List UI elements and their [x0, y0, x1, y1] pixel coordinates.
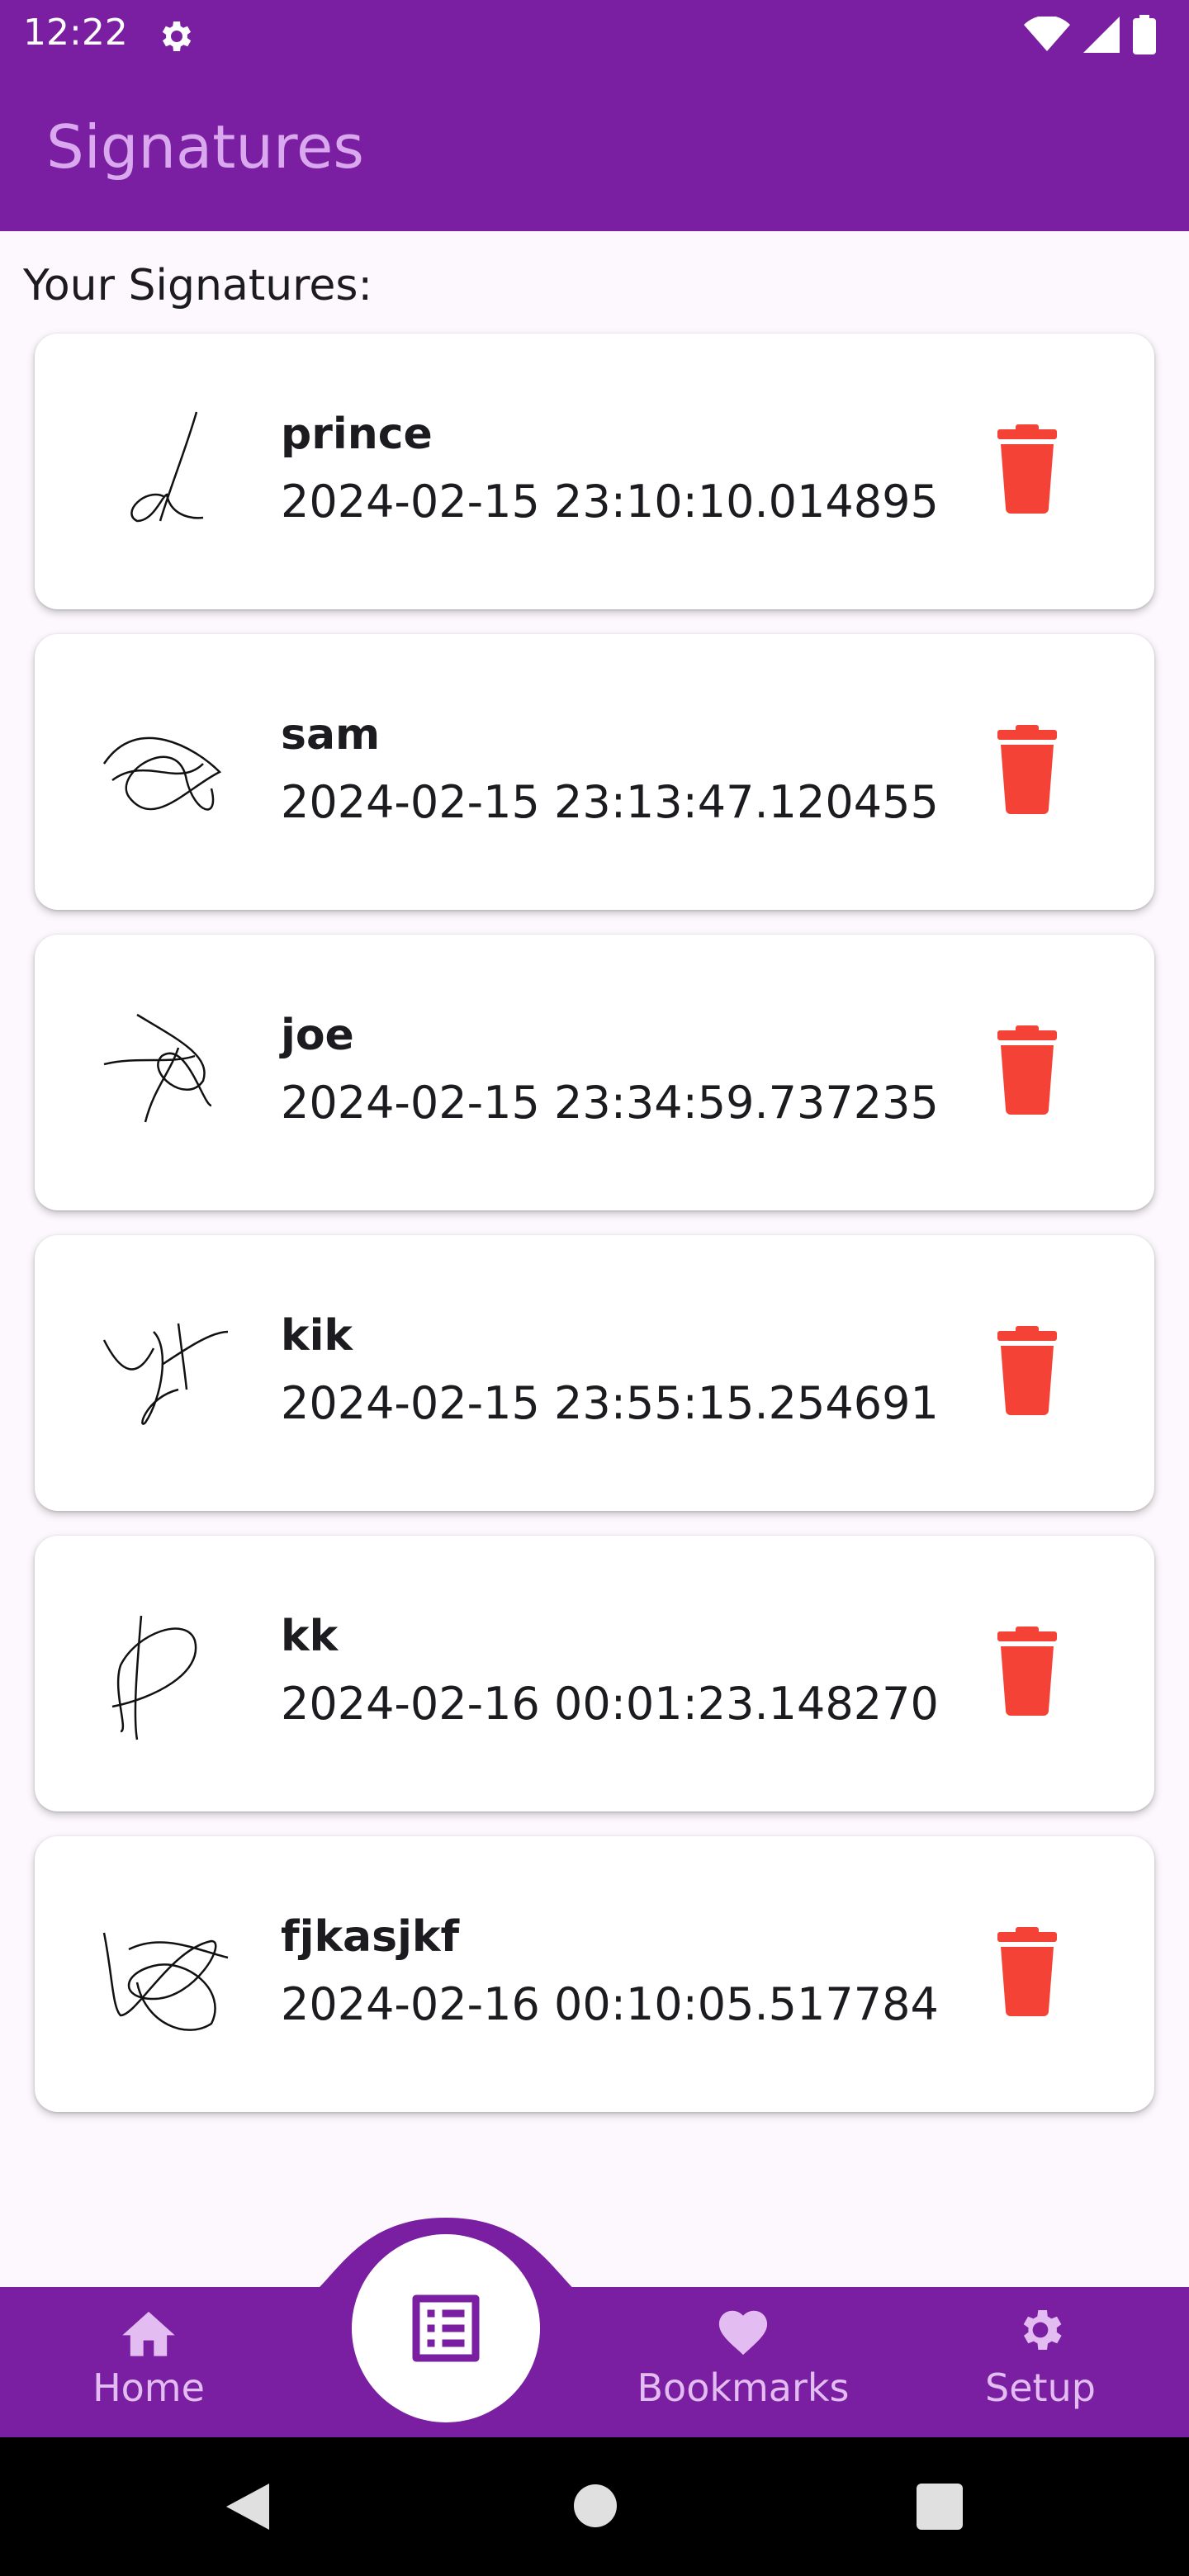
wifi-icon: [1024, 17, 1070, 51]
signature-date: 2024-02-15 23:34:59.737235: [281, 1077, 939, 1129]
back-icon[interactable]: [223, 2480, 272, 2533]
delete-button[interactable]: [976, 1920, 1078, 2023]
signature-date: 2024-02-15 23:55:15.254691: [281, 1377, 939, 1429]
system-icons: [1024, 15, 1156, 54]
signature-image: [111, 1615, 197, 1740]
signature-card[interactable]: joe 2024-02-15 23:34:59.737235: [35, 935, 1154, 1210]
status-bar: 12:22: [0, 0, 1189, 69]
signature-date: 2024-02-16 00:01:23.148270: [281, 1678, 939, 1730]
signature-card[interactable]: kk 2024-02-16 00:01:23.148270: [35, 1536, 1154, 1811]
trash-icon: [997, 1326, 1057, 1415]
signature-date: 2024-02-15 23:10:10.014895: [281, 476, 939, 528]
signature-image: [102, 1932, 229, 2031]
nav-bookmarks-label: Bookmarks: [637, 2365, 850, 2410]
home-circle-icon[interactable]: [573, 2484, 618, 2528]
signature-image: [102, 736, 222, 811]
trash-icon: [997, 725, 1057, 814]
signature-image: [103, 1013, 212, 1123]
delete-button[interactable]: [976, 1019, 1078, 1121]
app-bar: Signatures: [0, 69, 1189, 231]
trash-icon: [997, 1025, 1057, 1115]
trash-icon: [997, 1927, 1057, 2016]
signature-image: [102, 1323, 229, 1425]
signature-card[interactable]: fjkasjkf 2024-02-16 00:10:05.517784: [35, 1836, 1154, 2112]
heart-icon: [718, 2310, 768, 2356]
signature-card[interactable]: kik 2024-02-15 23:55:15.254691: [35, 1235, 1154, 1511]
gear-icon: [162, 21, 192, 51]
signature-date: 2024-02-15 23:13:47.120455: [281, 776, 939, 828]
delete-button[interactable]: [976, 418, 1078, 520]
page-title: Signatures: [46, 112, 364, 182]
nav-bookmarks[interactable]: Bookmarks: [636, 2304, 850, 2427]
signature-name: kk: [281, 1612, 339, 1661]
signature-name: fjkasjkf: [281, 1912, 460, 1962]
battery-icon: [1133, 15, 1156, 54]
status-time: 12:22: [23, 12, 128, 54]
signature-name: prince: [281, 410, 433, 459]
delete-button[interactable]: [976, 1319, 1078, 1422]
signature-image: [130, 411, 204, 523]
section-label: Your Signatures:: [23, 261, 373, 310]
system-nav-bar: [0, 2437, 1189, 2576]
trash-icon: [997, 424, 1057, 514]
trash-icon: [997, 1627, 1057, 1716]
signature-name: kik: [281, 1311, 353, 1361]
home-icon: [122, 2311, 175, 2356]
signature-name: sam: [281, 710, 381, 760]
recents-icon[interactable]: [917, 2484, 963, 2530]
signature-date: 2024-02-16 00:10:05.517784: [281, 1978, 939, 2030]
gear-icon: [1023, 2310, 1062, 2350]
delete-button[interactable]: [976, 718, 1078, 821]
signal-icon: [1083, 17, 1120, 53]
nav-setup[interactable]: Setup: [933, 2304, 1148, 2427]
nav-setup-label: Setup: [985, 2365, 1096, 2410]
list-alt-icon: [412, 2294, 480, 2362]
delete-button[interactable]: [976, 1620, 1078, 1722]
nav-home-label: Home: [92, 2365, 205, 2410]
signature-name: joe: [281, 1011, 354, 1060]
nav-home[interactable]: Home: [41, 2304, 256, 2427]
signature-list: prince 2024-02-15 23:10:10.014895 sam 20…: [35, 334, 1154, 2137]
signature-card[interactable]: sam 2024-02-15 23:13:47.120455: [35, 634, 1154, 910]
signature-card[interactable]: prince 2024-02-15 23:10:10.014895: [35, 334, 1154, 609]
signatures-fab-button[interactable]: [352, 2234, 540, 2422]
